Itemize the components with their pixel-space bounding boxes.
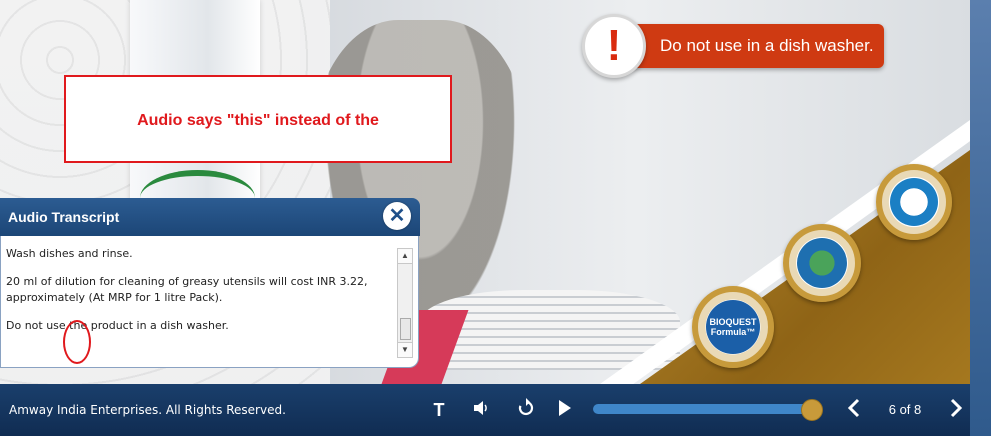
- bioquest-label: BIOQUEST Formula™: [709, 317, 757, 337]
- play-icon: [559, 400, 571, 416]
- certification-seal-icon: [890, 178, 938, 226]
- close-icon: ✕: [388, 205, 406, 227]
- warning-text: Do not use in a dish washer.: [660, 36, 874, 55]
- copyright-text: Amway India Enterprises. All Rights Rese…: [9, 403, 286, 417]
- scroll-down-arrow-icon[interactable]: ▼: [398, 342, 412, 357]
- chevron-left-icon: [847, 398, 860, 418]
- warning-icon-circle: !: [582, 14, 646, 78]
- page-indicator: 6 of 8: [888, 402, 922, 417]
- progress-track[interactable]: [593, 404, 813, 414]
- transcript-scrollbar[interactable]: ▲ ▼: [397, 248, 413, 358]
- replay-button[interactable]: [514, 398, 538, 422]
- previous-slide-button[interactable]: [843, 398, 867, 422]
- transcript-text: Wash dishes and rinse. 20 ml of dilution…: [6, 246, 386, 346]
- review-annotation-box: Audio says "this" instead of the: [64, 75, 452, 163]
- exclamation-icon: !: [606, 21, 622, 70]
- chevron-right-icon: [950, 398, 963, 418]
- player-frame-edge: [970, 0, 991, 436]
- bioquest-formula-badge: BIOQUEST Formula™: [692, 286, 774, 368]
- certification-seal-badge: [876, 164, 952, 240]
- review-annotation-text: Audio says "this" instead of the: [137, 112, 379, 129]
- player-controls-bar: Amway India Enterprises. All Rights Rese…: [0, 384, 970, 436]
- transcript-header: Audio Transcript ✕: [0, 198, 420, 236]
- scroll-up-arrow-icon[interactable]: ▲: [398, 249, 412, 264]
- warning-callout: Do not use in a dish washer. !: [582, 14, 887, 78]
- speaker-icon: [474, 401, 487, 415]
- globe-icon: [797, 238, 847, 288]
- play-button[interactable]: [552, 398, 576, 422]
- transcript-paragraph: Do not use the product in a dish washer.: [6, 319, 229, 332]
- volume-button[interactable]: [470, 398, 494, 422]
- transcript-title: Audio Transcript: [8, 209, 120, 225]
- review-highlight-ellipse: [63, 320, 91, 364]
- progress-fill: [593, 404, 811, 414]
- progress-knob[interactable]: [800, 399, 823, 421]
- transcript-paragraph: Wash dishes and rinse.: [6, 247, 133, 260]
- transcript-close-button[interactable]: ✕: [383, 202, 411, 230]
- scrollbar-thumb[interactable]: [400, 318, 411, 340]
- replay-icon: [518, 398, 534, 416]
- next-slide-button[interactable]: [943, 398, 967, 422]
- transcript-toggle-button[interactable]: T: [427, 398, 451, 422]
- transcript-paragraph: 20 ml of dilution for cleaning of greasy…: [6, 275, 368, 304]
- bioquest-seal-inner: BIOQUEST Formula™: [706, 300, 760, 354]
- warning-bar: Do not use in a dish washer.: [612, 24, 884, 68]
- design-for-environment-badge: [783, 224, 861, 302]
- course-slide: BIOQUEST Formula™ Do not use in a dish w…: [0, 0, 970, 384]
